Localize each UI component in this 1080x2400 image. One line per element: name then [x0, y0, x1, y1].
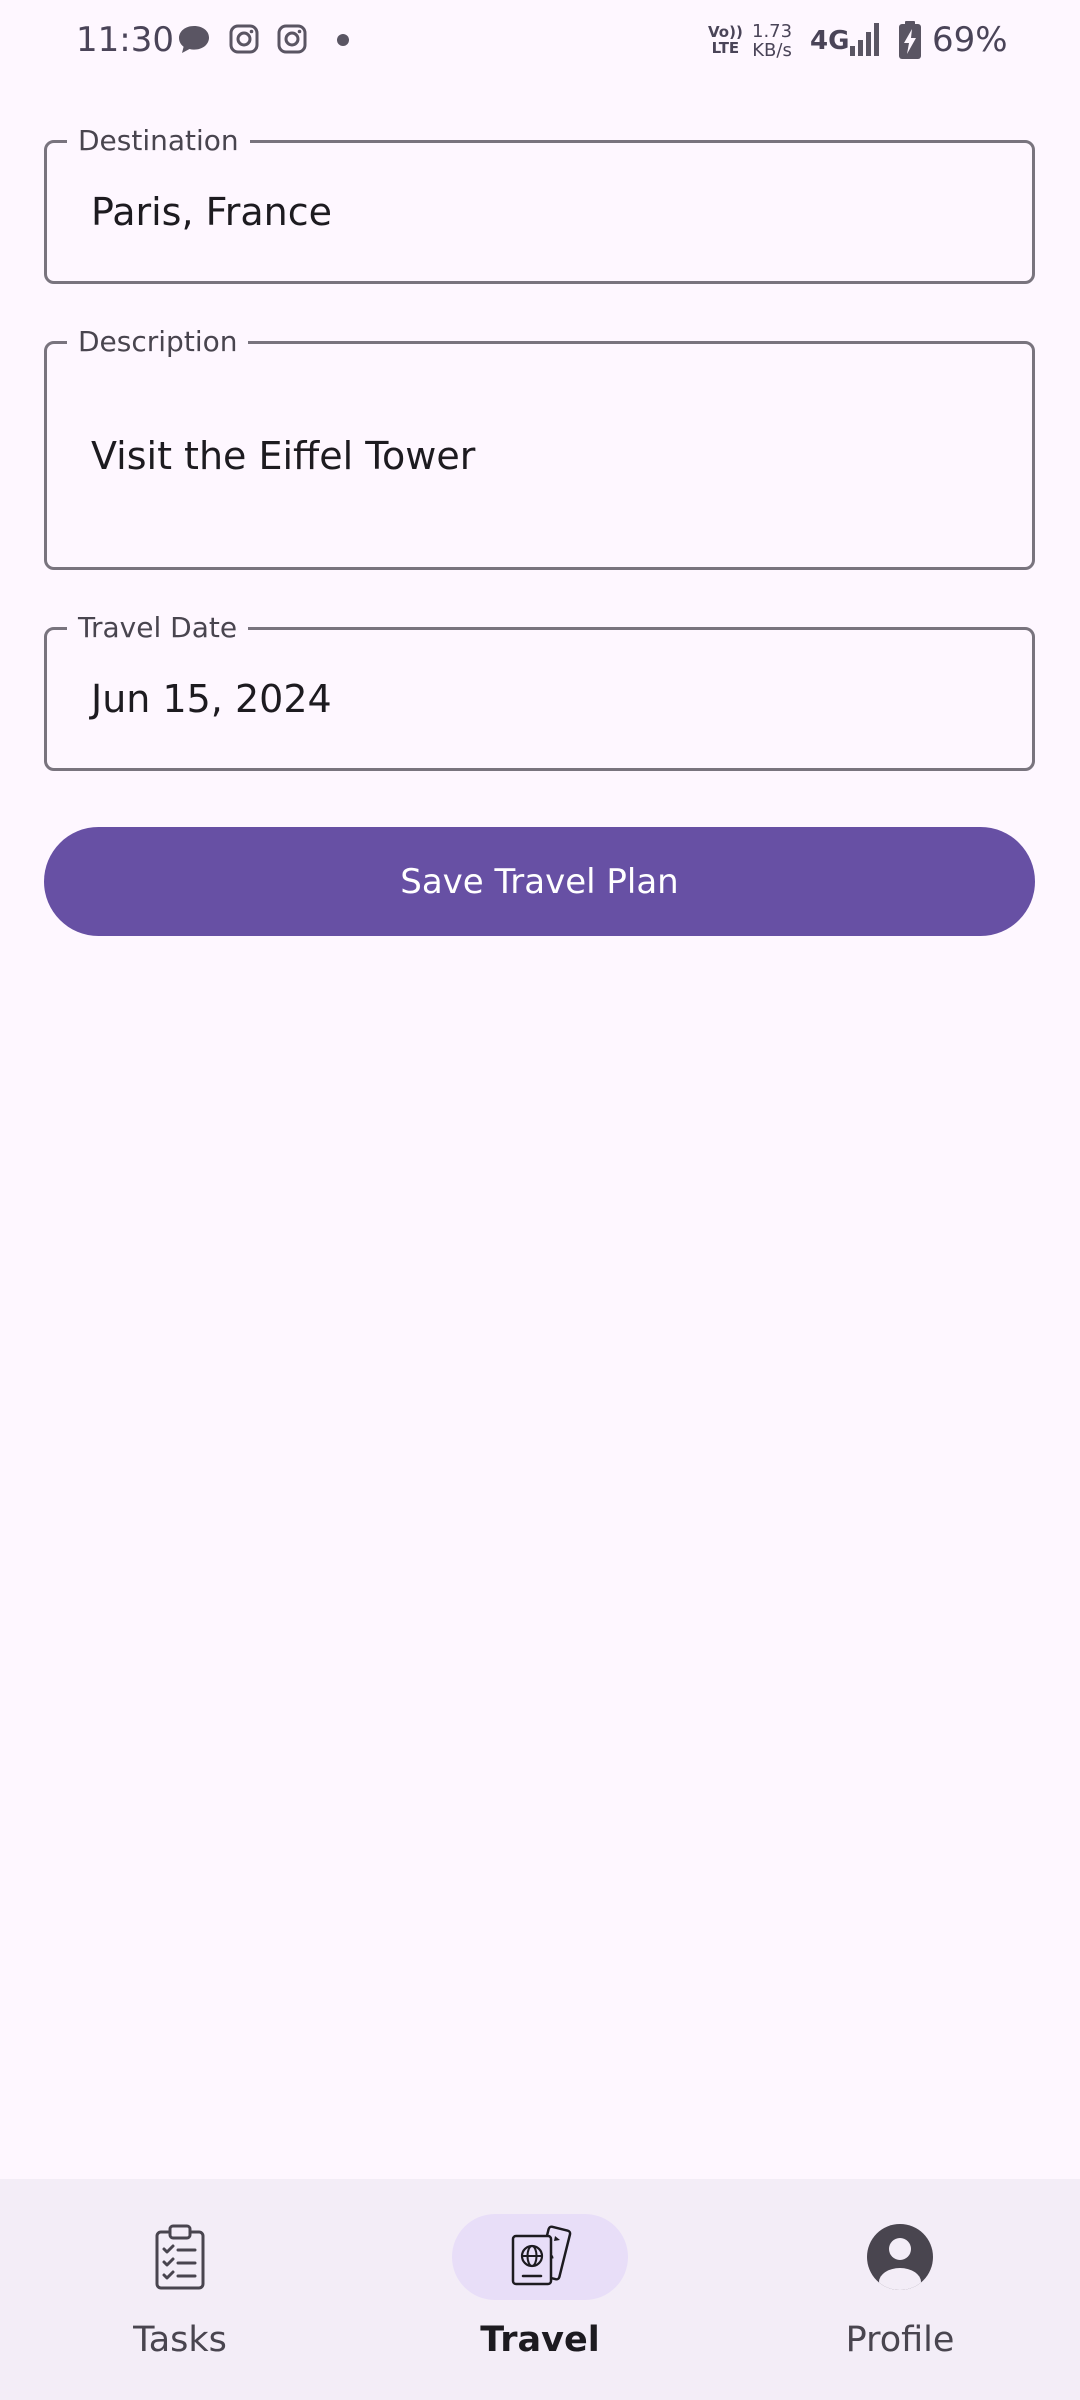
- travel-date-field[interactable]: Travel Date Jun 15, 2024: [44, 611, 1035, 771]
- notification-dot-icon: [337, 34, 349, 46]
- nav-label-travel: Travel: [480, 2320, 600, 2360]
- status-time: 11:30: [76, 20, 174, 60]
- save-travel-plan-button[interactable]: Save Travel Plan: [44, 827, 1035, 936]
- clipboard-checklist-icon: [155, 2224, 205, 2290]
- travel-date-label: Travel Date: [67, 611, 249, 645]
- status-bar: 11:30 Vo)) LTE 1.73 KB/s 4G 69%: [0, 0, 1080, 84]
- nav-item-profile[interactable]: Profile: [720, 2179, 1080, 2400]
- bottom-navigation: Tasks Travel Profile: [0, 2179, 1080, 2400]
- description-label: Description: [67, 325, 249, 359]
- destination-field[interactable]: Destination Paris, France: [44, 124, 1035, 284]
- description-field[interactable]: Description Visit the Eiffel Tower: [44, 325, 1035, 570]
- destination-value[interactable]: Paris, France: [91, 189, 332, 235]
- volte-indicator: Vo)) LTE: [708, 23, 743, 57]
- network-speed: 1.73 KB/s: [752, 21, 793, 61]
- instagram-icon: [229, 24, 259, 54]
- nav-label-profile: Profile: [845, 2320, 955, 2360]
- nav-item-tasks[interactable]: Tasks: [0, 2179, 360, 2400]
- nav-item-travel[interactable]: Travel: [360, 2179, 720, 2400]
- signal-strength-icon: [850, 23, 879, 56]
- network-type: 4G: [810, 26, 850, 56]
- battery-percent: 69%: [932, 20, 1008, 60]
- battery-charging-icon: [899, 21, 921, 59]
- passport-ticket-icon: [511, 2225, 572, 2286]
- description-value[interactable]: Visit the Eiffel Tower: [91, 433, 475, 479]
- chat-bubble-icon: [179, 26, 209, 53]
- destination-label: Destination: [67, 124, 250, 158]
- travel-date-value[interactable]: Jun 15, 2024: [91, 676, 332, 722]
- nav-label-tasks: Tasks: [133, 2320, 227, 2360]
- account-circle-icon: [867, 2224, 933, 2290]
- instagram-icon: [277, 24, 307, 54]
